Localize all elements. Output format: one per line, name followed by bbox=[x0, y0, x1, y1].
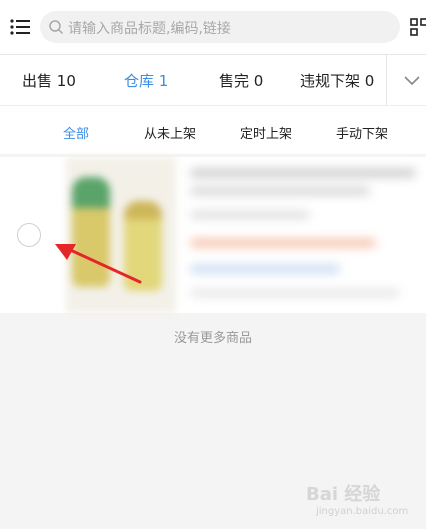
search-icon bbox=[49, 20, 64, 35]
filter-all[interactable]: 全部 bbox=[63, 123, 89, 142]
tab-count: 0 bbox=[364, 72, 375, 90]
tab-count: 0 bbox=[253, 72, 264, 90]
tab-violation-removed[interactable]: 违规下架 0 bbox=[300, 70, 374, 91]
select-radio[interactable] bbox=[17, 223, 41, 247]
tab-sold-out[interactable]: 售完 0 bbox=[219, 70, 263, 91]
tab-warehouse[interactable]: 仓库 1 bbox=[124, 70, 168, 91]
chevron-down-icon[interactable] bbox=[403, 71, 421, 89]
tab-divider bbox=[386, 55, 387, 105]
status-tabs: 出售 10 仓库 1 售完 0 违规下架 0 bbox=[0, 55, 426, 106]
tab-label: 仓库 bbox=[124, 72, 155, 90]
menu-icon[interactable] bbox=[10, 18, 32, 36]
filter-scheduled[interactable]: 定时上架 bbox=[240, 123, 292, 142]
search-placeholder: 请输入商品标题,编码,链接 bbox=[68, 21, 231, 37]
tab-count: 1 bbox=[158, 72, 169, 90]
tab-on-sale[interactable]: 出售 10 bbox=[22, 70, 76, 91]
no-more-items: 没有更多商品 bbox=[173, 331, 252, 346]
tab-label: 出售 bbox=[22, 72, 53, 90]
watermark: Bai 经验 bbox=[306, 484, 381, 505]
tab-count: 10 bbox=[56, 72, 76, 90]
filter-never-listed[interactable]: 从未上架 bbox=[144, 123, 196, 142]
top-bar: 请输入商品标题,编码,链接 bbox=[0, 0, 426, 55]
tab-label: 售完 bbox=[219, 72, 250, 90]
product-info-blurred bbox=[186, 157, 426, 313]
annotation-arrow bbox=[55, 244, 142, 284]
scan-icon[interactable] bbox=[410, 18, 426, 36]
watermark-url: jingyan.baidu.com bbox=[316, 506, 409, 517]
filter-tabs: 全部 从未上架 定时上架 手动下架 bbox=[0, 106, 426, 154]
tab-label: 违规下架 bbox=[300, 72, 361, 90]
search-input[interactable]: 请输入商品标题,编码,链接 bbox=[40, 11, 400, 43]
filter-manually-removed[interactable]: 手动下架 bbox=[336, 123, 388, 142]
